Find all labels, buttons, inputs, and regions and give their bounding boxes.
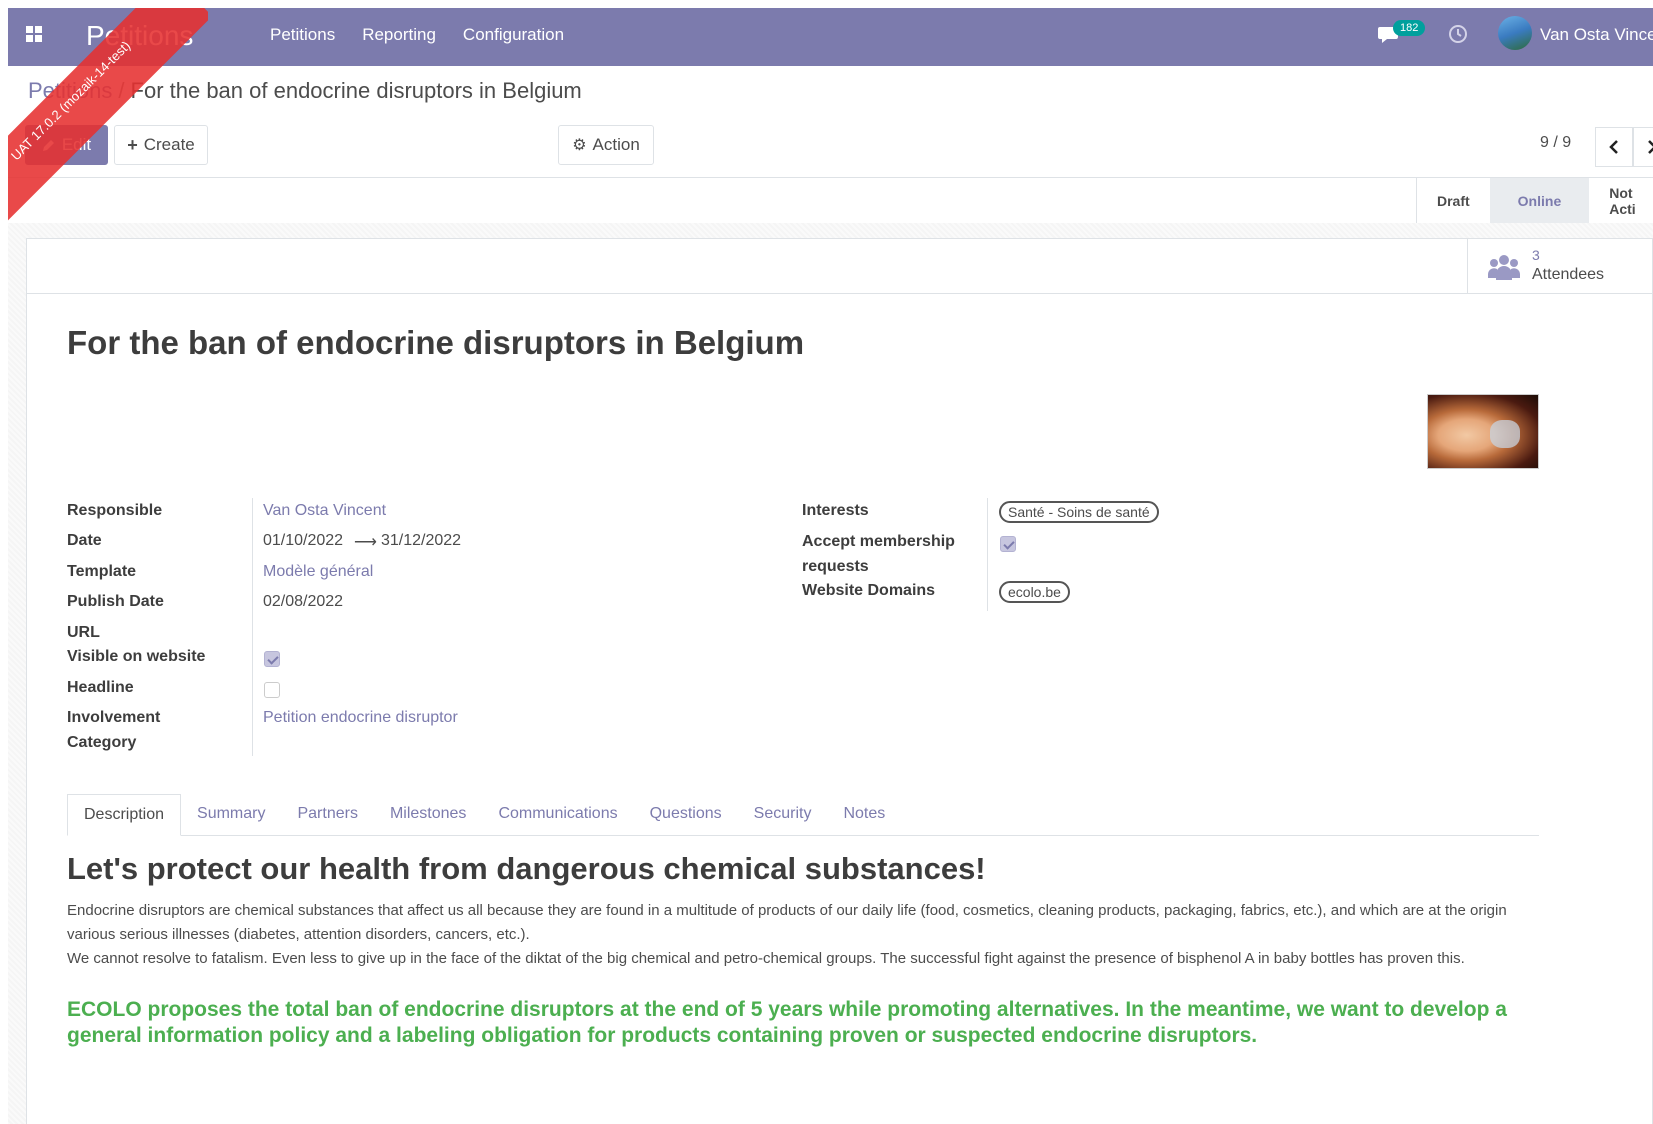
top-navbar: Petitions Petitions Reporting Configurat… [8, 8, 1653, 66]
baby-bottle-shape [1490, 420, 1520, 448]
url-label: URL [67, 624, 100, 641]
publish-date-label: Publish Date [67, 593, 164, 610]
stage-online[interactable]: Online [1489, 178, 1590, 223]
pencil-icon [42, 140, 54, 151]
involvement-category-label-line2: Category [67, 734, 137, 751]
description-highlight: ECOLO proposes the total ban of endocrin… [67, 998, 1507, 1047]
petition-image[interactable] [1427, 394, 1539, 469]
breadcrumb-separator: / [118, 78, 125, 103]
breadcrumb: Petitions / For the ban of endocrine disru… [28, 78, 582, 104]
plus-icon: + [127, 134, 138, 155]
tab-communications[interactable]: Communications [482, 794, 633, 836]
stage-draft[interactable]: Draft [1417, 178, 1490, 223]
apps-menu-icon[interactable] [26, 26, 42, 42]
chevron-right-icon [1648, 140, 1653, 154]
visible-on-website-checkbox[interactable] [264, 651, 280, 667]
chevron-left-icon [1609, 140, 1618, 154]
edit-button-label: Edit [61, 135, 92, 154]
activity-clock-icon[interactable] [1448, 24, 1468, 44]
description-paragraph-1: Endocrine disruptors are chemical substa… [67, 902, 1507, 943]
gear-icon: ⚙ [572, 137, 587, 154]
user-avatar[interactable] [1498, 16, 1532, 50]
app-brand[interactable]: Petitions [86, 20, 193, 52]
accept-membership-label-line1: Accept membership [802, 533, 955, 550]
tab-security[interactable]: Security [738, 794, 828, 836]
template-value[interactable]: Modèle général [263, 563, 373, 581]
interest-tag[interactable]: Santé - Soins de santé [999, 501, 1159, 523]
website-domain-tag[interactable]: ecolo.be [999, 581, 1070, 603]
create-button[interactable]: + Create [114, 125, 208, 165]
user-name[interactable]: Van Osta Vince [1540, 25, 1653, 45]
tab-description[interactable]: Description [67, 794, 182, 836]
notebook-tabs: Description Summary Partners Milestones … [67, 794, 1539, 836]
action-button[interactable]: ⚙ Action [558, 125, 654, 165]
description-heading: Let's protect our health from dangerous … [67, 851, 986, 886]
users-icon [1488, 255, 1520, 280]
attendees-count: 3 [1532, 247, 1540, 263]
publish-date-value[interactable]: 02/08/2022 [263, 593, 343, 611]
menu-item-reporting[interactable]: Reporting [362, 25, 436, 45]
responsible-label: Responsible [67, 502, 163, 519]
app-viewport: Petitions Petitions Reporting Configurat… [8, 8, 1653, 1124]
pager-next-button[interactable] [1633, 127, 1653, 167]
accept-membership-checkbox[interactable] [1000, 536, 1016, 552]
edit-button[interactable]: Edit [25, 125, 108, 165]
tab-milestones[interactable]: Milestones [374, 794, 482, 836]
tab-questions[interactable]: Questions [634, 794, 738, 836]
accept-membership-label-line2: requests [802, 558, 869, 575]
status-bar: Draft Online Not Acti [1416, 178, 1653, 223]
create-button-label: Create [143, 135, 195, 154]
involvement-category-label-line1: Involvement [67, 709, 161, 726]
left-group-separator [252, 498, 253, 756]
chat-count-badge: 182 [1393, 20, 1426, 36]
breadcrumb-parent[interactable]: Petitions [28, 78, 112, 103]
date-end[interactable]: 31/12/2022 [381, 532, 461, 550]
tab-summary[interactable]: Summary [181, 794, 281, 836]
arrow-right-icon: ⟶ [354, 534, 377, 551]
attendees-stat-button[interactable]: 3 Attendees [1467, 239, 1653, 294]
visible-on-website-label: Visible on website [67, 648, 206, 665]
breadcrumb-current: For the ban of endocrine disruptors in B… [130, 78, 582, 103]
menu-item-configuration[interactable]: Configuration [463, 25, 564, 45]
right-group-separator [987, 498, 988, 611]
interests-label: Interests [802, 502, 869, 519]
record-title[interactable]: For the ban of endocrine disruptors in B… [67, 324, 804, 362]
pager-previous-button[interactable] [1595, 127, 1633, 167]
headline-label: Headline [67, 679, 134, 696]
description-paragraph-2: We cannot resolve to fatalism. Even less… [67, 950, 1465, 967]
pager-value: 9 / 9 [1540, 134, 1572, 151]
statusbar-divider [8, 177, 1653, 178]
date-label: Date [67, 532, 102, 549]
template-label: Template [67, 563, 137, 580]
menu-item-petitions[interactable]: Petitions [270, 25, 335, 45]
tab-notes[interactable]: Notes [827, 794, 901, 836]
involvement-category-value[interactable]: Petition endocrine disruptor [263, 709, 458, 727]
headline-checkbox[interactable] [264, 682, 280, 698]
tab-partners[interactable]: Partners [281, 794, 373, 836]
attendees-label: Attendees [1532, 266, 1605, 283]
action-button-label: Action [592, 135, 640, 154]
stage-not-active[interactable]: Not Acti [1589, 178, 1653, 223]
main-menu: Petitions Reporting Configuration [270, 25, 564, 45]
form-sheet: 3 Attendees For the ban of endocrine dis… [26, 238, 1653, 1124]
date-start[interactable]: 01/10/2022 [263, 532, 343, 550]
website-domains-label: Website Domains [802, 582, 936, 599]
smart-button-box: 3 Attendees [27, 239, 1653, 294]
responsible-value[interactable]: Van Osta Vincent [263, 502, 386, 520]
